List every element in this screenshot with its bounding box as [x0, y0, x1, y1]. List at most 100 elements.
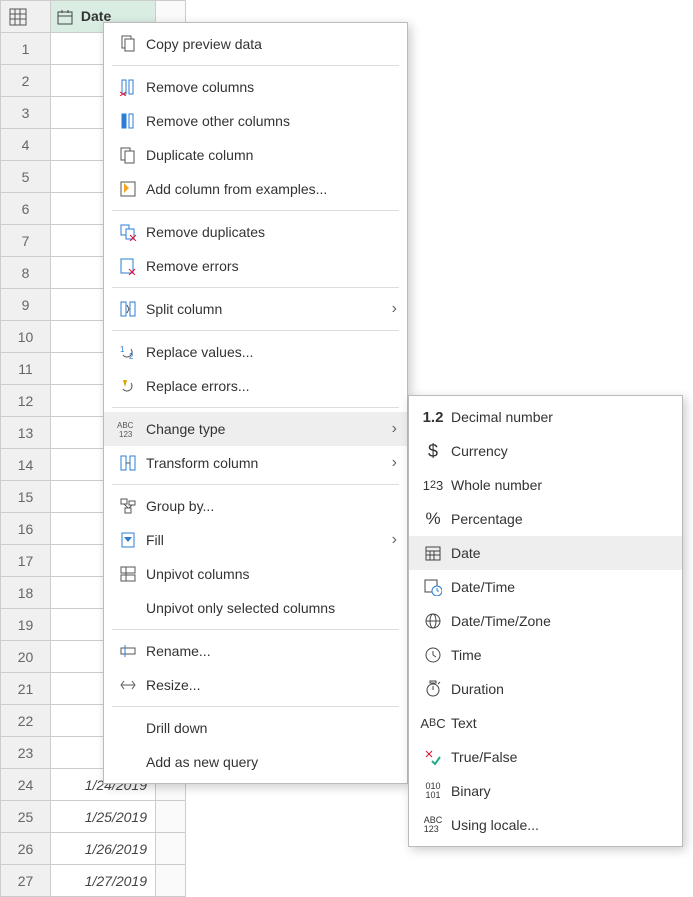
row-number[interactable]: 3	[1, 97, 51, 129]
type-percentage[interactable]: % Percentage	[409, 502, 682, 536]
row-number[interactable]: 16	[1, 513, 51, 545]
copy-icon	[119, 35, 137, 53]
split-icon	[119, 300, 137, 318]
menu-unpivot-selected[interactable]: Unpivot only selected columns	[104, 591, 407, 625]
row-number[interactable]: 24	[1, 769, 51, 801]
row-number[interactable]: 10	[1, 321, 51, 353]
menu-unpivot[interactable]: Unpivot columns	[104, 557, 407, 591]
menu-copy-preview[interactable]: Copy preview data	[104, 27, 407, 61]
svg-text:1: 1	[120, 345, 125, 354]
menu-replace-values[interactable]: 12 Replace values...	[104, 335, 407, 369]
duplicate-icon	[119, 146, 137, 164]
menu-remove-other-columns[interactable]: Remove other columns	[104, 104, 407, 138]
type-time[interactable]: Time	[409, 638, 682, 672]
remove-columns-icon	[119, 78, 137, 96]
text-icon: ABC	[419, 716, 447, 731]
type-date[interactable]: Date	[409, 536, 682, 570]
row-number[interactable]: 5	[1, 161, 51, 193]
remove-err-icon	[119, 257, 137, 275]
resize-icon	[119, 676, 137, 694]
group-icon	[119, 497, 137, 515]
row-number[interactable]: 14	[1, 449, 51, 481]
menu-replace-errors[interactable]: Replace errors...	[104, 369, 407, 403]
chevron-right-icon: ›	[392, 420, 397, 438]
table-icon	[9, 8, 27, 26]
date-cell[interactable]: 1/25/2019	[51, 801, 156, 833]
menu-remove-columns[interactable]: Remove columns	[104, 70, 407, 104]
row-number[interactable]: 22	[1, 705, 51, 737]
row-number[interactable]: 19	[1, 609, 51, 641]
type-using-locale[interactable]: ABC123 Using locale...	[409, 808, 682, 842]
row-number[interactable]: 13	[1, 417, 51, 449]
type-text[interactable]: ABC Text	[409, 706, 682, 740]
change-type-icon: ABC123	[117, 420, 139, 438]
grid-corner[interactable]	[1, 1, 51, 33]
row-number[interactable]: 8	[1, 257, 51, 289]
row-number[interactable]: 4	[1, 129, 51, 161]
currency-icon: $	[419, 441, 447, 462]
row-number[interactable]: 2	[1, 65, 51, 97]
remove-dup-icon	[119, 223, 137, 241]
replace-err-icon	[119, 377, 137, 395]
examples-icon	[119, 180, 137, 198]
type-currency[interactable]: $ Currency	[409, 434, 682, 468]
menu-drill-down[interactable]: Drill down	[104, 711, 407, 745]
replace-vals-icon: 12	[119, 343, 137, 361]
row-number[interactable]: 21	[1, 673, 51, 705]
type-datetime[interactable]: Date/Time	[409, 570, 682, 604]
chevron-right-icon: ›	[392, 531, 397, 549]
type-datetimezone[interactable]: Date/Time/Zone	[409, 604, 682, 638]
menu-add-from-examples[interactable]: Add column from examples...	[104, 172, 407, 206]
transform-icon	[119, 454, 137, 472]
datetimezone-icon	[424, 612, 442, 630]
date-cell[interactable]: 1/27/2019	[51, 865, 156, 897]
date-cell[interactable]: 1/26/2019	[51, 833, 156, 865]
row-number[interactable]: 1	[1, 33, 51, 65]
row-number[interactable]: 23	[1, 737, 51, 769]
menu-transform-column[interactable]: Transform column ›	[104, 446, 407, 480]
type-duration[interactable]: Duration	[409, 672, 682, 706]
menu-duplicate-column[interactable]: Duplicate column	[104, 138, 407, 172]
menu-rename[interactable]: Rename...	[104, 634, 407, 668]
locale-icon: ABC123	[419, 816, 447, 834]
row-number[interactable]: 6	[1, 193, 51, 225]
cell-extra	[156, 865, 186, 897]
menu-remove-errors[interactable]: Remove errors	[104, 249, 407, 283]
binary-icon: 010101	[419, 782, 447, 800]
row-number[interactable]: 9	[1, 289, 51, 321]
chevron-right-icon: ›	[392, 300, 397, 318]
type-decimal[interactable]: 1.2 Decimal number	[409, 400, 682, 434]
row-number[interactable]: 25	[1, 801, 51, 833]
fill-icon	[119, 531, 137, 549]
svg-text:123: 123	[119, 430, 133, 438]
date-icon	[424, 544, 442, 562]
decimal-icon: 1.2	[419, 409, 447, 426]
menu-add-as-query[interactable]: Add as new query	[104, 745, 407, 779]
calendar-icon	[57, 9, 73, 25]
row-number[interactable]: 17	[1, 545, 51, 577]
type-truefalse[interactable]: True/False	[409, 740, 682, 774]
menu-fill[interactable]: Fill ›	[104, 523, 407, 557]
percentage-icon: %	[419, 509, 447, 529]
menu-remove-duplicates[interactable]: Remove duplicates	[104, 215, 407, 249]
menu-group-by[interactable]: Group by...	[104, 489, 407, 523]
type-whole[interactable]: 123 Whole number	[409, 468, 682, 502]
duration-icon	[424, 680, 442, 698]
cell-extra	[156, 801, 186, 833]
row-number[interactable]: 12	[1, 385, 51, 417]
row-number[interactable]: 7	[1, 225, 51, 257]
row-number[interactable]: 11	[1, 353, 51, 385]
change-type-submenu: 1.2 Decimal number $ Currency 123 Whole …	[408, 395, 683, 847]
row-number[interactable]: 18	[1, 577, 51, 609]
row-number[interactable]: 15	[1, 481, 51, 513]
row-number[interactable]: 26	[1, 833, 51, 865]
row-number[interactable]: 20	[1, 641, 51, 673]
menu-split-column[interactable]: Split column ›	[104, 292, 407, 326]
menu-resize[interactable]: Resize...	[104, 668, 407, 702]
menu-change-type[interactable]: ABC123 Change type ›	[104, 412, 407, 446]
row-number[interactable]: 27	[1, 865, 51, 897]
rename-icon	[119, 642, 137, 660]
svg-text:ABC: ABC	[117, 421, 134, 430]
column-context-menu: Copy preview data Remove columns Remove …	[103, 22, 408, 784]
type-binary[interactable]: 010101 Binary	[409, 774, 682, 808]
